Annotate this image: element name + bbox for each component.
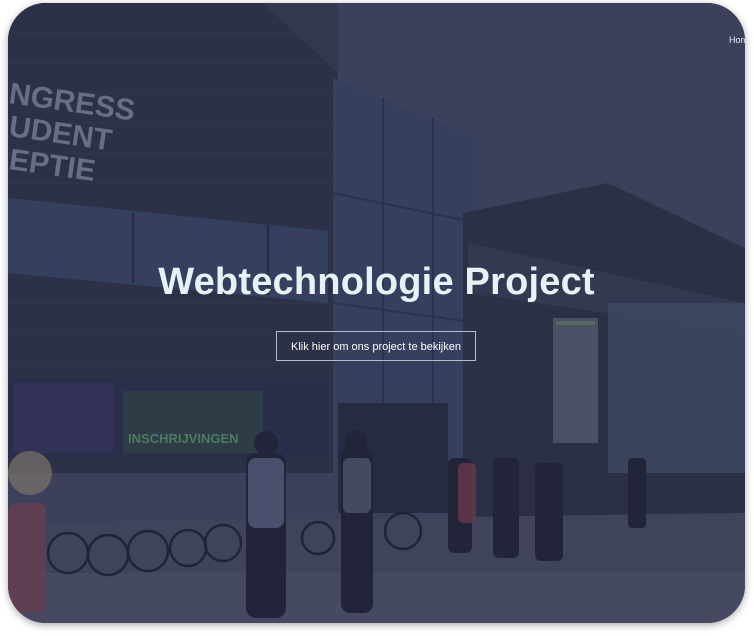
hero-title: Webtechnologie Project [158, 261, 595, 303]
view-project-button[interactable]: Klik hier om ons project te bekijken [276, 331, 476, 361]
nav-home-link[interactable]: Home [729, 35, 745, 45]
page-window: NGRESS UDENT EPTIE INSCHRIJVINGEN Hom We… [8, 3, 745, 623]
hero-overlay [8, 3, 745, 623]
